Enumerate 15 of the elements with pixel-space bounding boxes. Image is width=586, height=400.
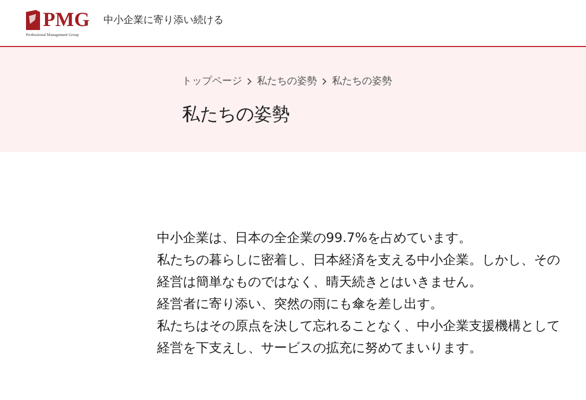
chevron-icon (322, 78, 327, 84)
tagline: 中小企業に寄り添い続ける (104, 14, 224, 27)
chevron-icon (247, 78, 252, 84)
logo-icon (26, 10, 40, 30)
body-text-line: 私たちの暮らしに密着し、日本経済を支える中小企業。しかし、その (157, 252, 561, 270)
body-text-line: 経営を下支えし、サービスの拡充に努めてまいります。 (157, 340, 483, 358)
breadcrumb-link[interactable]: 私たちの姿勢 (257, 74, 317, 88)
breadcrumb-current: 私たちの姿勢 (332, 74, 392, 88)
body-text-line: 経営は簡単なものではなく、晴天続きとはいきません。 (157, 274, 483, 292)
breadcrumb-link[interactable]: トップページ (182, 74, 242, 88)
logo-text: PMG (43, 10, 90, 30)
body-text-line: 中小企業は、日本の全企業の99.7%を占めています。 (157, 230, 472, 248)
body-text-line: 経営者に寄り添い、突然の雨にも傘を差し出す。 (157, 296, 444, 314)
page-title: 私たちの姿勢 (182, 103, 291, 126)
body-text-line: 私たちはその原点を決して忘れることなく、中小企業支援機構として (157, 318, 561, 336)
